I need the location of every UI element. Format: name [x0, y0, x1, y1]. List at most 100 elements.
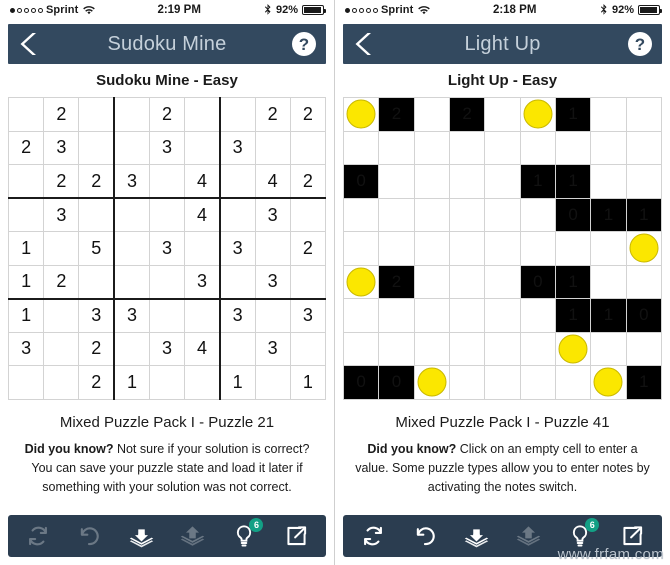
lightup-empty-cell[interactable]	[448, 197, 486, 232]
sudoku-cell[interactable]	[218, 264, 256, 299]
sudoku-cell[interactable]: 3	[43, 130, 80, 165]
sudoku-cell[interactable]: 3	[218, 231, 256, 266]
sudoku-cell[interactable]	[43, 297, 80, 333]
sudoku-cell[interactable]	[184, 97, 221, 132]
lightup-empty-cell[interactable]	[378, 130, 415, 165]
lightup-empty-cell[interactable]	[378, 231, 415, 266]
lightup-empty-cell[interactable]	[378, 298, 415, 333]
sudoku-cell[interactable]: 3	[218, 130, 256, 165]
lightup-empty-cell[interactable]	[378, 331, 415, 366]
lightup-empty-cell[interactable]	[413, 164, 450, 199]
lightup-empty-cell[interactable]	[448, 264, 486, 299]
help-button[interactable]: ?	[292, 32, 316, 56]
undo-button[interactable]	[405, 519, 445, 553]
lightup-bulb-cell[interactable]	[413, 365, 450, 400]
lightup-empty-cell[interactable]	[413, 97, 450, 132]
sudoku-cell[interactable]	[254, 297, 291, 333]
sudoku-cell[interactable]: 2	[43, 97, 80, 132]
lightup-empty-cell[interactable]	[342, 231, 380, 266]
sudoku-cell[interactable]: 3	[148, 130, 186, 165]
sudoku-cell[interactable]	[113, 130, 150, 165]
puzzle-grid[interactable]: 221011011201110001	[342, 97, 663, 400]
lightup-empty-cell[interactable]	[484, 197, 521, 232]
lightup-clue-cell[interactable]: 2	[378, 264, 415, 299]
sudoku-cell[interactable]: 3	[184, 264, 221, 299]
back-button[interactable]	[8, 24, 50, 64]
sudoku-cell[interactable]: 3	[254, 331, 291, 366]
lightup-empty-cell[interactable]	[519, 365, 556, 400]
lightup-empty-cell[interactable]	[484, 231, 521, 266]
sudoku-cell[interactable]: 1	[218, 365, 256, 400]
lightup-empty-cell[interactable]	[484, 331, 521, 366]
lightup-empty-cell[interactable]	[625, 331, 663, 366]
lightup-empty-cell[interactable]	[625, 164, 663, 199]
lightup-empty-cell[interactable]	[448, 331, 486, 366]
save-button[interactable]	[121, 519, 161, 553]
lightup-empty-cell[interactable]	[554, 130, 592, 165]
sudoku-cell[interactable]	[78, 130, 115, 165]
puzzle-grid[interactable]: 2222233322344234315332123313333323432111	[7, 97, 327, 400]
sudoku-cell[interactable]: 1	[7, 231, 45, 266]
lightup-empty-cell[interactable]	[554, 365, 592, 400]
lightup-empty-cell[interactable]	[413, 231, 450, 266]
lightup-clue-cell[interactable]: 1	[554, 298, 592, 333]
sudoku-cell[interactable]	[184, 365, 221, 400]
refresh-button[interactable]	[353, 519, 393, 553]
lightup-empty-cell[interactable]	[413, 298, 450, 333]
lightup-empty-cell[interactable]	[413, 331, 450, 366]
lightup-bulb-cell[interactable]	[342, 264, 380, 299]
lightup-empty-cell[interactable]	[342, 197, 380, 232]
sudoku-cell[interactable]: 1	[7, 264, 45, 299]
lightup-empty-cell[interactable]	[625, 130, 663, 165]
sudoku-cell[interactable]: 1	[289, 365, 327, 400]
sudoku-cell[interactable]	[113, 264, 150, 299]
lightup-empty-cell[interactable]	[554, 231, 592, 266]
lightup-empty-cell[interactable]	[519, 231, 556, 266]
lightup-clue-cell[interactable]: 1	[625, 365, 663, 400]
sudoku-cell[interactable]: 1	[7, 297, 45, 333]
lightup-empty-cell[interactable]	[484, 164, 521, 199]
sudoku-cell[interactable]	[7, 197, 45, 232]
hint-button[interactable]: 6	[224, 518, 264, 553]
lightup-empty-cell[interactable]	[448, 164, 486, 199]
sudoku-cell[interactable]	[218, 197, 256, 232]
lightup-clue-cell[interactable]: 1	[554, 97, 592, 132]
sudoku-cell[interactable]	[78, 97, 115, 132]
sudoku-cell[interactable]: 4	[254, 164, 291, 199]
sudoku-cell[interactable]	[254, 231, 291, 266]
sudoku-cell[interactable]: 2	[43, 164, 80, 199]
sudoku-cell[interactable]	[43, 231, 80, 266]
sudoku-cell[interactable]	[289, 197, 327, 232]
sudoku-cell[interactable]: 4	[184, 331, 221, 366]
sudoku-cell[interactable]: 4	[184, 164, 221, 199]
sudoku-cell[interactable]	[78, 264, 115, 299]
lightup-empty-cell[interactable]	[448, 231, 486, 266]
lightup-clue-cell[interactable]: 0	[378, 365, 415, 400]
lightup-bulb-cell[interactable]	[519, 97, 556, 132]
sudoku-cell[interactable]: 3	[113, 297, 150, 333]
lightup-empty-cell[interactable]	[519, 197, 556, 232]
lightup-empty-cell[interactable]	[590, 331, 627, 366]
sudoku-cell[interactable]	[254, 130, 291, 165]
lightup-empty-cell[interactable]	[484, 365, 521, 400]
lightup-empty-cell[interactable]	[378, 197, 415, 232]
lightup-empty-cell[interactable]	[448, 298, 486, 333]
lightup-bulb-cell[interactable]	[554, 331, 592, 366]
lightup-clue-cell[interactable]: 2	[448, 97, 486, 132]
lightup-empty-cell[interactable]	[484, 130, 521, 165]
lightup-empty-cell[interactable]	[519, 130, 556, 165]
sudoku-cell[interactable]: 2	[7, 130, 45, 165]
sudoku-cell[interactable]	[148, 297, 186, 333]
lightup-empty-cell[interactable]	[413, 264, 450, 299]
sudoku-cell[interactable]	[43, 365, 80, 400]
share-button[interactable]	[276, 519, 316, 553]
save-button[interactable]	[457, 519, 497, 553]
lightup-empty-cell[interactable]	[448, 365, 486, 400]
sudoku-cell[interactable]: 3	[148, 231, 186, 266]
lightup-empty-cell[interactable]	[484, 97, 521, 132]
sudoku-cell[interactable]: 1	[113, 365, 150, 400]
sudoku-cell[interactable]: 5	[78, 231, 115, 266]
sudoku-cell[interactable]: 2	[78, 164, 115, 199]
sudoku-cell[interactable]: 2	[148, 97, 186, 132]
lightup-bulb-cell[interactable]	[342, 97, 380, 132]
